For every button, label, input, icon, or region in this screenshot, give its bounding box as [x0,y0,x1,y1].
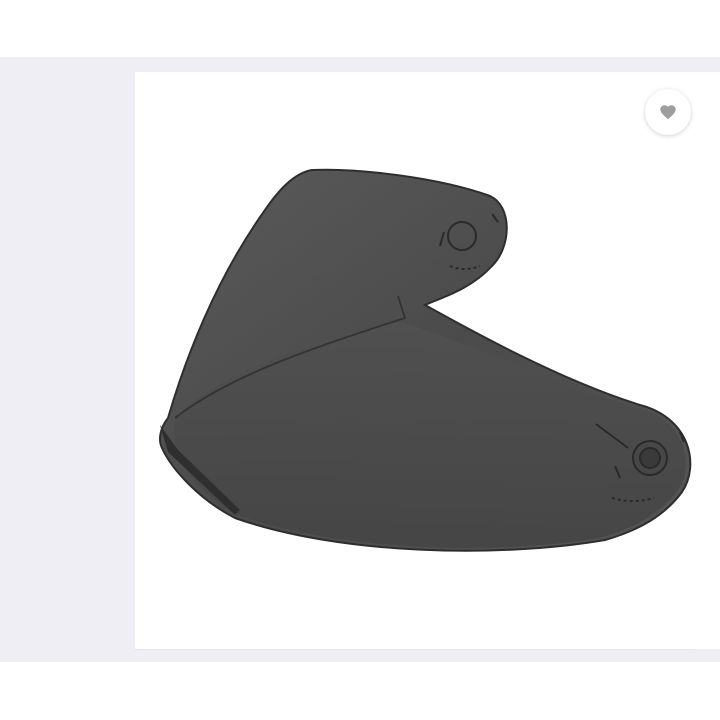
card-divider [135,649,695,650]
wishlist-button[interactable] [645,89,691,135]
heart-icon [659,104,677,120]
product-image [159,168,692,552]
product-page [0,0,720,720]
